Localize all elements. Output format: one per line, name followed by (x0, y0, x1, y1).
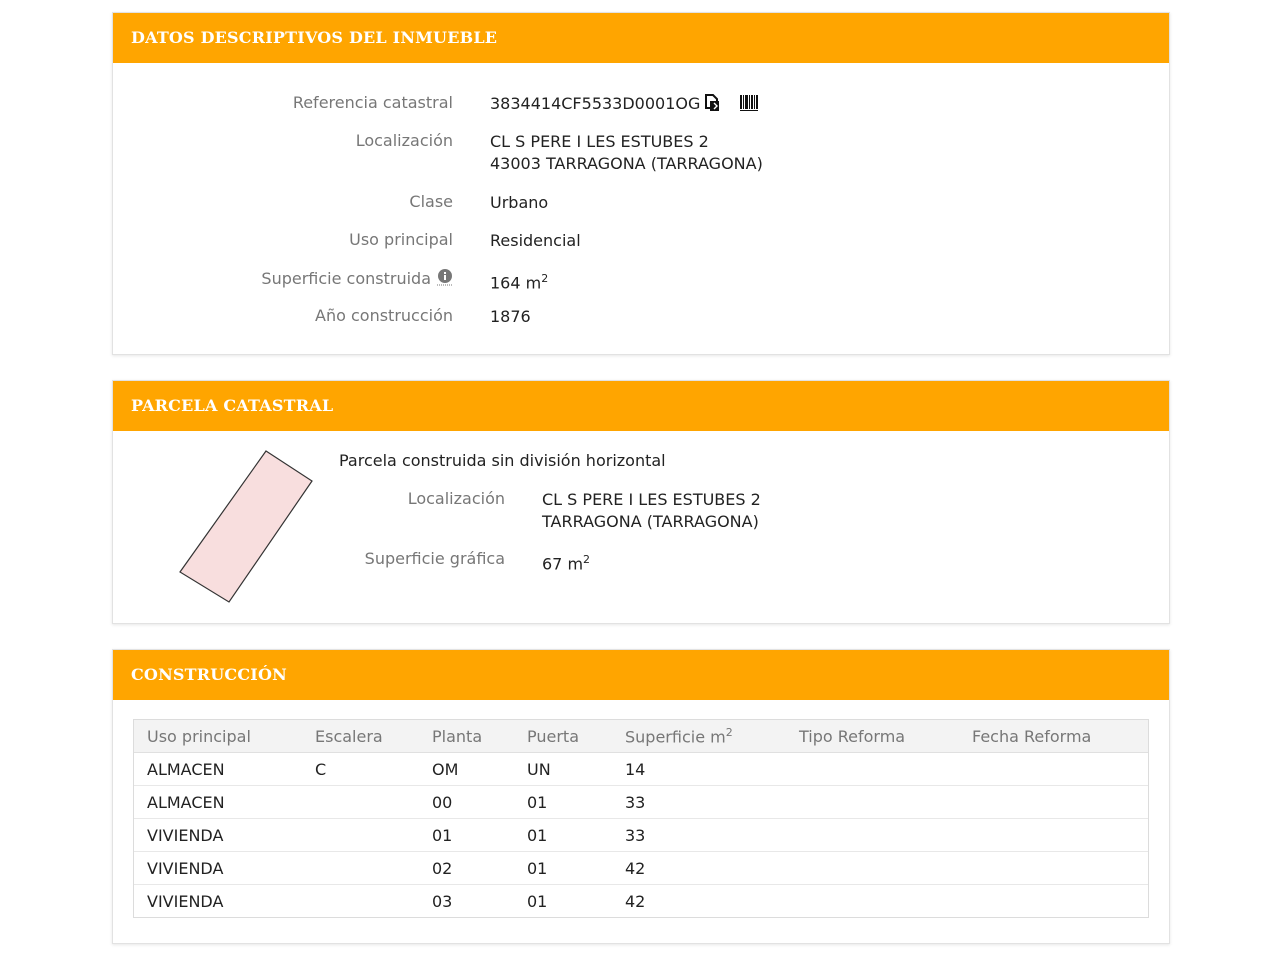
cell-planta: 03 (419, 884, 514, 917)
clase-label: Clase (409, 192, 453, 211)
cell-tipo-reforma (786, 884, 959, 917)
col-uso-principal[interactable]: Uso principal (134, 720, 302, 753)
cell-puerta: 01 (514, 818, 612, 852)
table-row: VIVIENDA 01 01 33 (134, 818, 1148, 852)
localizacion-line2: 43003 TARRAGONA (TARRAGONA) (490, 154, 763, 173)
localizacion-label: Localización (355, 131, 453, 150)
referencia-value[interactable]: 3834414CF5533D0001OG (490, 94, 700, 113)
cell-puerta: 01 (514, 884, 612, 917)
panel-header-datos: DATOS DESCRIPTIVOS DEL INMUEBLE (113, 13, 1169, 63)
localizacion-value: CL S PERE I LES ESTUBES 2 43003 TARRAGON… (490, 131, 763, 175)
cell-puerta: UN (527, 759, 551, 779)
table-row: VIVIENDA 03 01 42 (134, 884, 1148, 917)
info-icon[interactable] (437, 268, 453, 290)
field-localizacion: Localización CL S PERE I LES ESTUBES 2 4… (113, 131, 1169, 177)
cell-fecha-reforma (959, 884, 1148, 917)
clase-value: Urbano (490, 193, 549, 212)
cell-uso: VIVIENDA (134, 851, 302, 885)
field-referencia: Referencia catastral 3834414CF5533D0001O… (113, 93, 1169, 117)
parcela-superficie-number: 67 m (542, 554, 584, 574)
uso-principal-label: Uso principal (349, 230, 453, 249)
parcela-localizacion-line2: TARRAGONA (TARRAGONA) (542, 512, 759, 531)
col-escalera[interactable]: Escalera (302, 720, 419, 753)
superficie-construida-value: 164 m2 (490, 268, 548, 294)
cell-tipo-reforma (786, 851, 959, 885)
cell-planta: 00 (419, 785, 514, 819)
col-tipo-reforma[interactable]: Tipo Reforma (786, 720, 959, 753)
uso-principal-value: Residencial (490, 231, 581, 250)
cell-escalera (302, 884, 419, 917)
cell-escalera (302, 851, 419, 885)
panel-header-parcela: PARCELA CATASTRAL (113, 381, 1169, 431)
superficie-construida-label: Superficie construida (261, 269, 431, 288)
parcela-field-localizacion: Localización CL S PERE I LES ESTUBES 2 T… (113, 489, 1169, 535)
panel-header-construccion: CONSTRUCCIÓN (113, 650, 1169, 700)
cell-puerta: 01 (514, 851, 612, 885)
parcela-superficie-sup: 2 (583, 553, 591, 566)
referencia-label: Referencia catastral (292, 93, 453, 112)
cell-escalera (302, 818, 419, 852)
parcela-superficie-value: 67 m2 (542, 549, 590, 575)
cell-fecha-reforma (959, 785, 1148, 819)
col-superficie-sup: 2 (725, 725, 733, 739)
cell-escalera: C (315, 759, 327, 779)
parcela-localizacion-value: CL S PERE I LES ESTUBES 2 TARRAGONA (TAR… (542, 489, 761, 533)
parcela-localizacion-label: Localización (407, 489, 505, 508)
parcela-title: Parcela construida sin división horizont… (339, 451, 666, 470)
field-uso-principal: Uso principal Residencial (113, 230, 1169, 254)
panel-parcela-catastral: PARCELA CATASTRAL Parcela construida sin… (112, 380, 1170, 624)
construccion-table: Uso principal Escalera Planta Puerta Sup… (134, 720, 1148, 917)
localizacion-line1: CL S PERE I LES ESTUBES 2 (490, 132, 709, 151)
parcela-localizacion-line1: CL S PERE I LES ESTUBES 2 (542, 490, 761, 509)
superficie-construida-label-wrap: Superficie construida (261, 268, 453, 290)
cell-fecha-reforma (959, 851, 1148, 885)
construccion-table-wrap: Uso principal Escalera Planta Puerta Sup… (133, 719, 1149, 918)
cell-tipo-reforma (786, 818, 959, 852)
col-puerta[interactable]: Puerta (514, 720, 612, 753)
col-superficie-label: Superficie m (625, 727, 726, 747)
cell-superficie: 42 (612, 884, 786, 917)
field-anio-construccion: Año construcción 1876 (113, 306, 1169, 330)
anio-construccion-label: Año construcción (315, 306, 453, 325)
col-fecha-reforma[interactable]: Fecha Reforma (959, 720, 1148, 753)
cell-superficie: 33 (612, 785, 786, 819)
cell-superficie: 14 (625, 759, 646, 779)
table-row: ALMACEN C OM UN 14 (134, 753, 1148, 786)
cell-uso: ALMACEN (147, 759, 225, 779)
barcode-icon[interactable] (740, 94, 759, 118)
anio-construccion-value: 1876 (490, 307, 531, 326)
superficie-construida-sup: 2 (541, 272, 549, 285)
panel-construccion: CONSTRUCCIÓN Uso principal Escalera Plan… (112, 649, 1170, 944)
col-superficie[interactable]: Superficie m2 (612, 720, 786, 753)
parcela-field-superficie: Superficie gráfica 67 m2 (113, 549, 1169, 573)
cell-superficie: 42 (612, 851, 786, 885)
field-superficie-construida: Superficie construida 164 m2 (113, 268, 1169, 292)
copy-icon[interactable] (704, 94, 720, 118)
cell-escalera (302, 785, 419, 819)
table-header-row: Uso principal Escalera Planta Puerta Sup… (134, 720, 1148, 753)
cell-uso: ALMACEN (134, 785, 302, 819)
referencia-value-wrap: 3834414CF5533D0001OG (490, 93, 759, 118)
col-planta[interactable]: Planta (419, 720, 514, 753)
cell-superficie: 33 (612, 818, 786, 852)
cell-uso: VIVIENDA (134, 818, 302, 852)
table-row: ALMACEN 00 01 33 (134, 785, 1148, 819)
cell-puerta: 01 (514, 785, 612, 819)
cell-fecha-reforma (959, 818, 1148, 852)
superficie-construida-number: 164 m (490, 273, 542, 293)
cell-uso: VIVIENDA (134, 884, 302, 917)
field-clase: Clase Urbano (113, 192, 1169, 216)
panel-datos-descriptivos: DATOS DESCRIPTIVOS DEL INMUEBLE Referenc… (112, 12, 1170, 355)
table-row: VIVIENDA 02 01 42 (134, 851, 1148, 885)
cell-planta: 02 (419, 851, 514, 885)
cell-fecha-reforma (959, 753, 1148, 786)
parcela-superficie-label: Superficie gráfica (364, 549, 505, 568)
cell-planta: OM (432, 759, 459, 779)
cell-planta: 01 (419, 818, 514, 852)
cell-tipo-reforma (786, 753, 959, 786)
cell-tipo-reforma (786, 785, 959, 819)
